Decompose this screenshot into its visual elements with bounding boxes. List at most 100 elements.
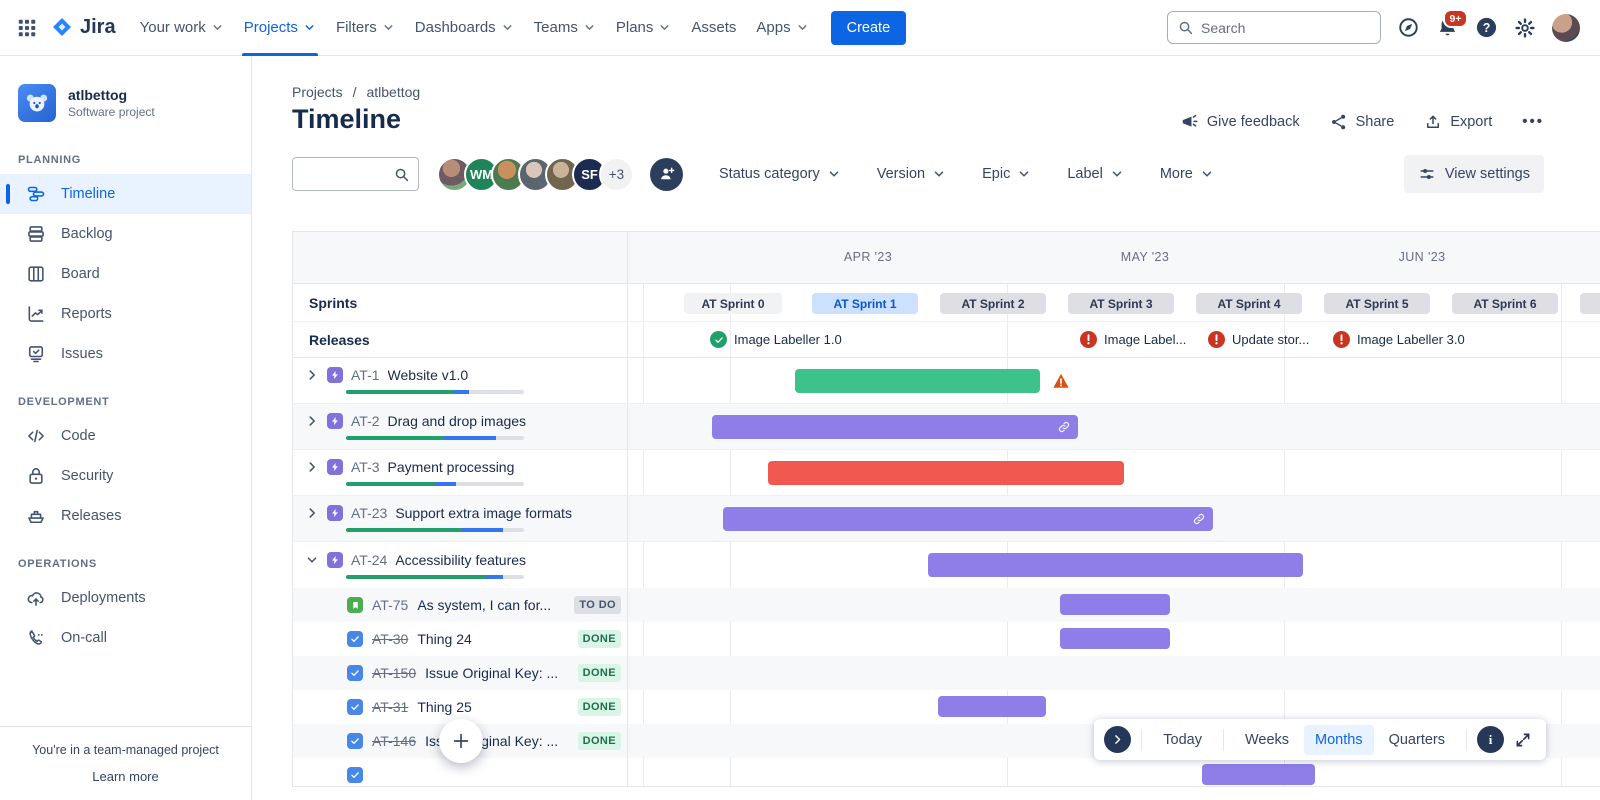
gantt-bar[interactable] xyxy=(1060,594,1170,615)
sprint-pill-active[interactable]: AT Sprint 1 xyxy=(812,293,918,314)
reports-icon xyxy=(26,304,46,324)
epic-row[interactable]: AT-1 Website v1.0 xyxy=(293,358,1600,404)
give-feedback-button[interactable]: Give feedback xyxy=(1180,112,1300,131)
dependency-link-icon[interactable] xyxy=(1192,512,1206,526)
create-button[interactable]: Create xyxy=(830,10,907,45)
chevron-down-icon xyxy=(1200,167,1214,181)
today-button[interactable]: Today xyxy=(1152,725,1213,755)
sidebar-item-on-call[interactable]: On-call xyxy=(0,618,251,658)
sidebar-item-board[interactable]: Board xyxy=(0,254,251,294)
breadcrumb-project[interactable]: atlbettog xyxy=(366,84,420,100)
view-settings-button[interactable]: View settings xyxy=(1403,155,1544,193)
sidebar-item-reports[interactable]: Reports xyxy=(0,294,251,334)
sprint-pill[interactable]: AT Sprint 3 xyxy=(1068,293,1174,314)
app-switcher-icon[interactable] xyxy=(14,11,46,45)
info-button[interactable]: i xyxy=(1477,726,1504,753)
fullscreen-button[interactable] xyxy=(1508,731,1536,749)
project-header[interactable]: atlbettog Software project xyxy=(0,80,251,132)
release-marker[interactable]: Image Labeller 3.0 xyxy=(1333,331,1465,348)
release-marker[interactable]: Image Label... xyxy=(1080,331,1186,348)
release-marker[interactable]: Update stor... xyxy=(1208,331,1309,348)
nav-teams[interactable]: Teams xyxy=(524,0,606,56)
filter-more[interactable]: More xyxy=(1160,166,1214,182)
more-actions-button[interactable]: ••• xyxy=(1522,113,1544,130)
sidebar-item-backlog[interactable]: Backlog xyxy=(0,214,251,254)
epic-row[interactable]: AT-23 Support extra image formats xyxy=(293,496,1600,542)
filter-version[interactable]: Version xyxy=(877,166,946,182)
months-button[interactable]: Months xyxy=(1304,724,1374,755)
chevron-down-icon xyxy=(1017,167,1031,181)
help-icon[interactable] xyxy=(1475,16,1498,39)
sprint-pill[interactable]: AT Sprint 0 xyxy=(684,293,782,314)
expand-chevron-icon[interactable] xyxy=(305,506,319,520)
add-people-button[interactable] xyxy=(650,157,683,191)
sprint-pill[interactable]: AT Sprint 6 xyxy=(1452,293,1558,314)
nav-apps[interactable]: Apps xyxy=(746,0,818,56)
issue-row[interactable]: AT-30 Thing 24 DONE xyxy=(293,622,1600,656)
settings-gear-icon[interactable] xyxy=(1514,17,1536,39)
sidebar-item-issues[interactable]: Issues xyxy=(0,334,251,374)
nav-dashboards[interactable]: Dashboards xyxy=(405,0,524,56)
avatar-overflow-count[interactable]: +3 xyxy=(599,156,634,192)
gantt-bar[interactable] xyxy=(795,369,1040,393)
global-search[interactable] xyxy=(1167,11,1381,44)
nav-your-work[interactable]: Your work xyxy=(130,0,234,56)
learn-more-link[interactable]: Learn more xyxy=(0,769,251,784)
nav-filters[interactable]: Filters xyxy=(326,0,405,56)
filter-epic[interactable]: Epic xyxy=(982,166,1031,182)
gantt-bar[interactable] xyxy=(938,696,1046,717)
nav-projects[interactable]: Projects xyxy=(234,0,326,56)
gantt-bar[interactable] xyxy=(723,507,1213,531)
sprint-pill[interactable]: AT Sprint 5 xyxy=(1324,293,1430,314)
scroll-right-button[interactable] xyxy=(1104,726,1132,753)
sidebar-item-code[interactable]: Code xyxy=(0,416,251,456)
expand-chevron-icon[interactable] xyxy=(305,368,319,382)
phone-icon xyxy=(26,628,46,648)
discover-icon[interactable] xyxy=(1397,16,1420,39)
nav-assets[interactable]: Assets xyxy=(681,0,746,56)
global-search-input[interactable] xyxy=(1201,19,1351,36)
jira-logo[interactable]: Jira xyxy=(46,16,130,40)
gantt-bar[interactable] xyxy=(1060,628,1170,649)
gantt-bar[interactable] xyxy=(1202,764,1315,785)
create-issue-fab[interactable] xyxy=(439,719,483,763)
epic-row[interactable]: AT-3 Payment processing xyxy=(293,450,1600,496)
expand-chevron-icon[interactable] xyxy=(305,460,319,474)
collapse-chevron-icon[interactable] xyxy=(305,553,319,567)
epic-progress-bar xyxy=(346,390,524,394)
nav-plans[interactable]: Plans xyxy=(606,0,682,56)
warning-icon[interactable] xyxy=(1052,372,1070,390)
epic-icon xyxy=(327,367,343,383)
gantt-bar[interactable] xyxy=(768,461,1124,485)
filter-label[interactable]: Label xyxy=(1067,166,1123,182)
user-avatar[interactable] xyxy=(1552,13,1580,42)
weeks-button[interactable]: Weeks xyxy=(1234,725,1300,755)
notifications-icon[interactable]: 9+ xyxy=(1436,9,1468,39)
issue-row-partial[interactable] xyxy=(293,758,1600,786)
breadcrumb-projects[interactable]: Projects xyxy=(292,84,343,100)
release-marker[interactable]: Image Labeller 1.0 xyxy=(710,331,842,348)
export-button[interactable]: Export xyxy=(1424,113,1492,131)
expand-chevron-icon[interactable] xyxy=(305,414,319,428)
filter-status-category[interactable]: Status category xyxy=(719,166,841,182)
gantt-bar[interactable] xyxy=(712,415,1078,439)
share-button[interactable]: Share xyxy=(1330,113,1394,131)
team-managed-note: You're in a team-managed project xyxy=(32,743,219,757)
sprint-pill[interactable]: AT Sprint 4 xyxy=(1196,293,1302,314)
epic-row-expanded[interactable]: AT-24 Accessibility features xyxy=(293,542,1600,588)
quarters-button[interactable]: Quarters xyxy=(1378,725,1456,755)
sidebar-item-timeline[interactable]: Timeline xyxy=(0,174,251,214)
issue-row[interactable]: AT-75 As system, I can for... TO DO xyxy=(293,588,1600,622)
sidebar-item-deployments[interactable]: Deployments xyxy=(0,578,251,618)
sprint-pill[interactable] xyxy=(1580,293,1600,314)
gantt-bar[interactable] xyxy=(928,553,1303,577)
sprint-pill[interactable]: AT Sprint 2 xyxy=(940,293,1046,314)
dependency-link-icon[interactable] xyxy=(1057,420,1071,434)
sidebar-item-security[interactable]: Security xyxy=(0,456,251,496)
story-icon xyxy=(347,597,363,613)
timeline-search-input[interactable] xyxy=(301,166,397,182)
issue-row[interactable]: AT-150 Issue Original Key: ... DONE xyxy=(293,656,1600,690)
sidebar-item-releases[interactable]: Releases xyxy=(0,496,251,536)
timeline-search-field[interactable] xyxy=(292,157,419,191)
epic-row[interactable]: AT-2 Drag and drop images xyxy=(293,404,1600,450)
